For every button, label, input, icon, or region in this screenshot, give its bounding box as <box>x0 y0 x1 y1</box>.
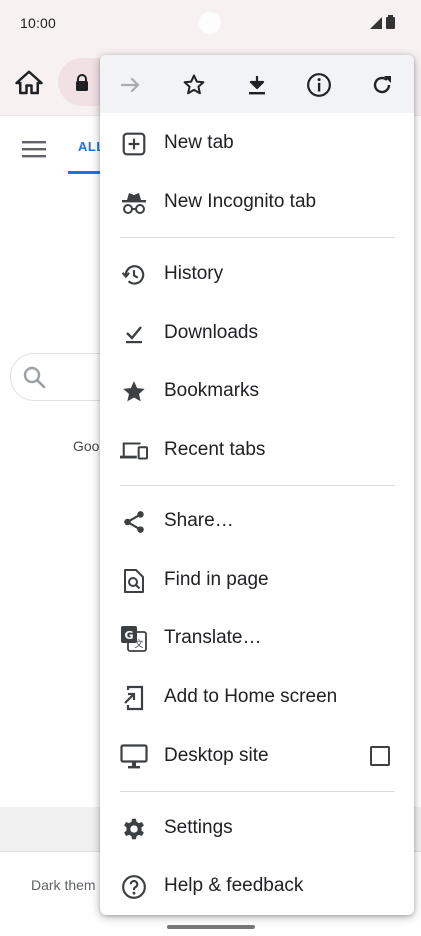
status-icons <box>370 15 395 34</box>
gesture-nav-handle <box>167 925 255 929</box>
menu-item-add-to-home-screen[interactable]: Add to Home screen <box>100 668 414 726</box>
forward-icon[interactable] <box>118 72 144 98</box>
menu-item-label: Desktop site <box>164 745 269 766</box>
menu-item-downloads[interactable]: Downloads <box>100 304 414 362</box>
desktop-icon <box>120 743 148 771</box>
status-time: 10:00 <box>20 15 57 31</box>
search-icon <box>22 365 46 394</box>
menu-item-recent-tabs[interactable]: Recent tabs <box>100 421 414 479</box>
menu-item-label: Recent tabs <box>164 439 266 460</box>
menu-divider <box>120 237 395 238</box>
reload-icon[interactable] <box>369 72 395 98</box>
help-icon <box>120 873 148 901</box>
menu-item-new-tab[interactable]: New tab <box>100 114 414 172</box>
svg-text:G: G <box>124 629 133 642</box>
signal-icon <box>370 16 382 34</box>
menu-item-desktop-site[interactable]: Desktop site <box>100 727 414 785</box>
camera-cutout <box>199 12 221 34</box>
menu-item-label: Share… <box>164 510 234 531</box>
battery-icon <box>386 15 395 34</box>
menu-item-label: Add to Home screen <box>164 686 338 707</box>
dark-theme-link[interactable]: Dark them <box>31 877 96 893</box>
menu-item-new-incognito-tab[interactable]: New Incognito tab <box>100 173 414 231</box>
menu-item-label: History <box>164 263 224 284</box>
share-icon <box>120 508 148 536</box>
menu-divider <box>120 791 395 792</box>
translate-icon: G文 <box>120 625 148 653</box>
overflow-menu: New tab New Incognito tab History Downlo… <box>100 55 414 915</box>
menu-item-label: Bookmarks <box>164 380 260 401</box>
menu-item-label: Downloads <box>164 322 258 343</box>
devices-icon <box>120 437 148 465</box>
menu-divider <box>120 485 395 486</box>
menu-item-find-in-page[interactable]: Find in page <box>100 551 414 609</box>
menu-item-history[interactable]: History <box>100 245 414 303</box>
hamburger-menu-icon[interactable] <box>22 139 46 164</box>
history-icon <box>120 261 148 289</box>
menu-item-share[interactable]: Share… <box>100 492 414 550</box>
bookmark-star-icon[interactable] <box>181 72 207 98</box>
menu-item-label: Help & feedback <box>164 875 304 896</box>
menu-item-label: New tab <box>164 132 234 153</box>
find-in-page-icon <box>120 567 148 595</box>
download-icon[interactable] <box>244 72 270 98</box>
lock-icon <box>74 74 90 97</box>
home-icon[interactable] <box>14 68 44 98</box>
menu-item-translate[interactable]: G文 Translate… <box>100 609 414 667</box>
bookmarks-star-icon <box>120 378 148 406</box>
new-tab-icon <box>120 130 148 158</box>
incognito-icon <box>120 189 148 217</box>
svg-text:文: 文 <box>134 638 143 650</box>
menu-item-label: Settings <box>164 817 233 838</box>
menu-item-label: Find in page <box>164 569 269 590</box>
screen: 10:00 ALL Goo Dark them New tab New Inco… <box>0 0 421 936</box>
page-partial-text: Goo <box>73 438 100 454</box>
add-to-home-screen-icon <box>120 684 148 712</box>
menu-item-settings[interactable]: Settings <box>100 799 414 857</box>
menu-item-help-feedback[interactable]: Help & feedback <box>100 857 414 915</box>
status-bar: 10:00 <box>0 0 421 48</box>
menu-item-label: Translate… <box>164 627 262 648</box>
download-done-icon <box>120 320 148 348</box>
menu-item-label: New Incognito tab <box>164 191 317 212</box>
menu-item-bookmarks[interactable]: Bookmarks <box>100 362 414 420</box>
menu-action-bar <box>100 55 414 113</box>
gear-icon <box>120 815 148 843</box>
desktop-site-checkbox[interactable] <box>370 746 390 766</box>
page-info-icon[interactable] <box>306 72 332 98</box>
